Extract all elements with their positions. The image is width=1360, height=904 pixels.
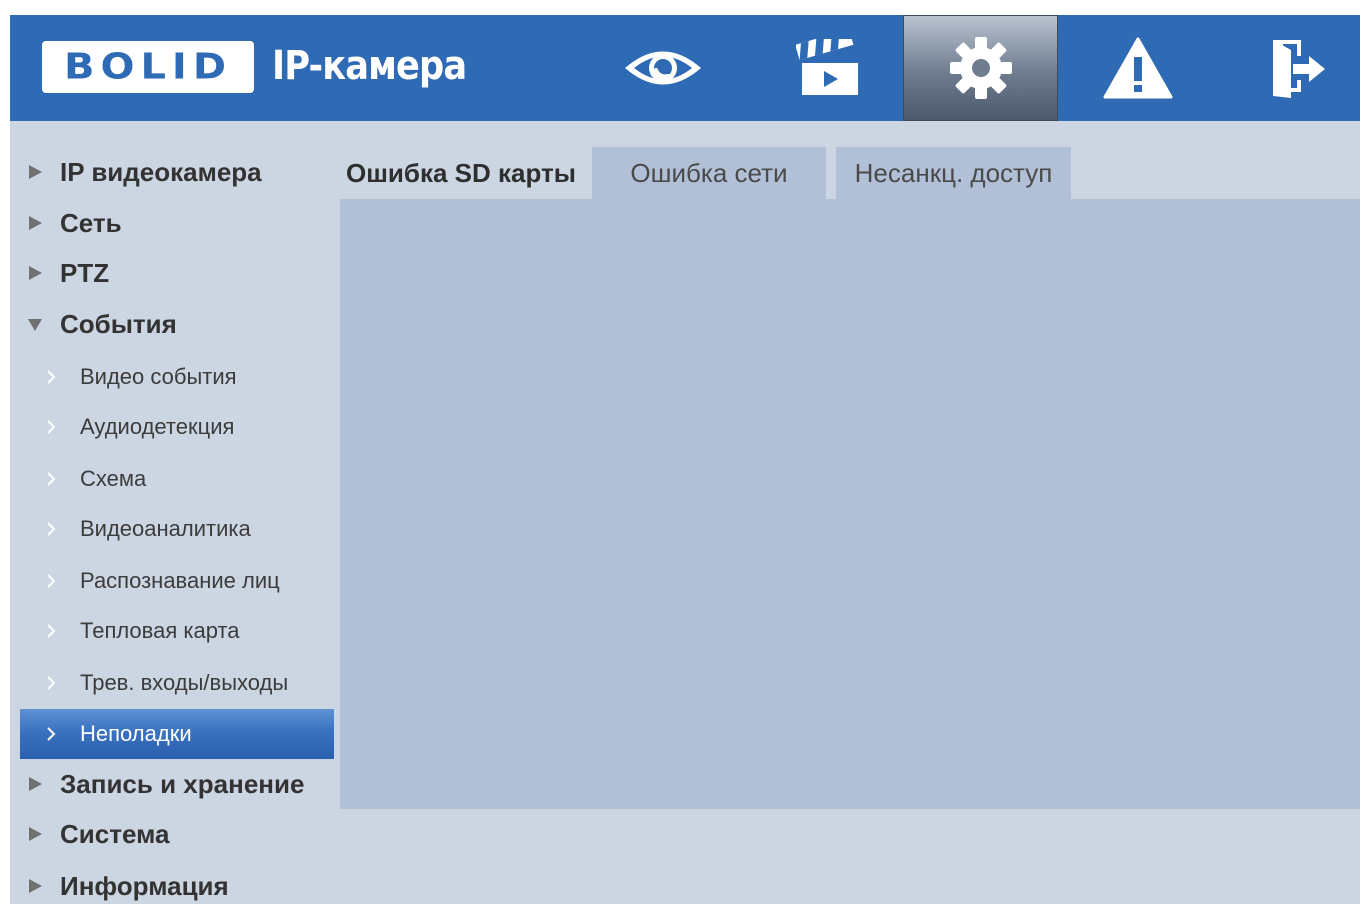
chevron-right-icon [47,522,56,536]
sidebar-subitem-video-events[interactable]: Видео события [20,352,334,402]
sidebar-item-information[interactable]: Информация [10,861,340,904]
sidebar-item-record-storage[interactable]: Запись и хранение [10,759,340,809]
sidebar-subitem-label: Распознавание лиц [80,568,280,593]
sidebar-subitem-alarm-io[interactable]: Трев. входы/выходы [20,658,334,708]
sidebar-item-label: Информация [60,870,229,901]
sidebar-item-ip-camera[interactable]: IP видеокамера [10,147,340,197]
sidebar-subitem-label: Неполадки [80,721,192,746]
tab-sd-card-error[interactable]: Ошибка SD карты [340,147,582,199]
sidebar-subitem-malfunctions[interactable]: Неполадки [20,709,334,759]
sidebar-subitem-label: Трев. входы/выходы [80,670,289,695]
triangle-right-icon [29,266,42,280]
sidebar-subitem-face-recognition[interactable]: Распознавание лиц [20,556,334,606]
bolid-logo: BOLID [42,41,254,93]
sidebar-item-events[interactable]: События [10,299,340,349]
warning-icon [1103,37,1172,99]
sidebar-item-label: Сеть [60,207,122,238]
triangle-right-icon [29,777,42,791]
sidebar-item-label: Запись и хранение [60,768,305,799]
triangle-right-icon [29,165,42,179]
clapperboard-icon [795,39,858,95]
chevron-right-icon [47,370,56,384]
gear-icon [949,37,1012,99]
sidebar-item-network[interactable]: Сеть [10,198,340,248]
nav-alarm-button[interactable] [1060,15,1215,121]
sidebar-subitem-label: Видеоаналитика [80,516,251,541]
sidebar-item-label: События [60,308,177,339]
tab-network-error[interactable]: Ошибка сети [592,147,826,199]
nav-live-button[interactable] [585,15,740,121]
nav-logout-button[interactable] [1220,15,1360,121]
sidebar-item-label: PTZ [60,257,110,288]
sidebar-subitem-video-analytics[interactable]: Видеоаналитика [20,504,334,554]
triangle-right-icon [29,827,42,841]
tab-unauthorized-access[interactable]: Несанкц. доступ [836,147,1071,199]
sidebar-subitem-label: Видео события [80,364,237,389]
sidebar-item-system[interactable]: Система [10,809,340,859]
top-bar: BOLID IP-камера [10,15,1360,121]
chevron-right-icon [47,676,56,690]
sidebar-subitem-audio-detection[interactable]: Аудиодетекция [20,402,334,452]
nav-playback-button[interactable] [750,15,905,121]
eye-icon [624,51,701,85]
chevron-right-icon [47,574,56,588]
sidebar-subitem-label: Тепловая карта [80,618,240,643]
exit-door-icon [1272,40,1325,98]
triangle-down-icon [28,319,42,331]
logo-text: BOLID [63,46,233,88]
sidebar-subitem-label: Аудиодетекция [80,414,235,439]
tab-content-panel [340,199,1360,809]
sidebar-item-label: Система [60,818,170,849]
chevron-right-icon [47,420,56,434]
chevron-right-icon [47,472,56,486]
triangle-right-icon [29,879,42,893]
sidebar-subitem-heat-map[interactable]: Тепловая карта [20,606,334,656]
sidebar-subitem-label: Схема [80,466,147,491]
sidebar-menu: IP видеокамера Сеть PTZ События Видео со… [10,121,340,904]
sidebar-item-ptz[interactable]: PTZ [10,248,340,298]
sidebar-item-label: IP видеокамера [60,156,262,187]
nav-setup-button[interactable] [903,15,1058,121]
chevron-right-icon [47,727,56,741]
app-title: IP-камера [272,43,467,89]
chevron-right-icon [47,624,56,638]
sidebar-subitem-schedule[interactable]: Схема [20,454,334,504]
triangle-right-icon [29,216,42,230]
